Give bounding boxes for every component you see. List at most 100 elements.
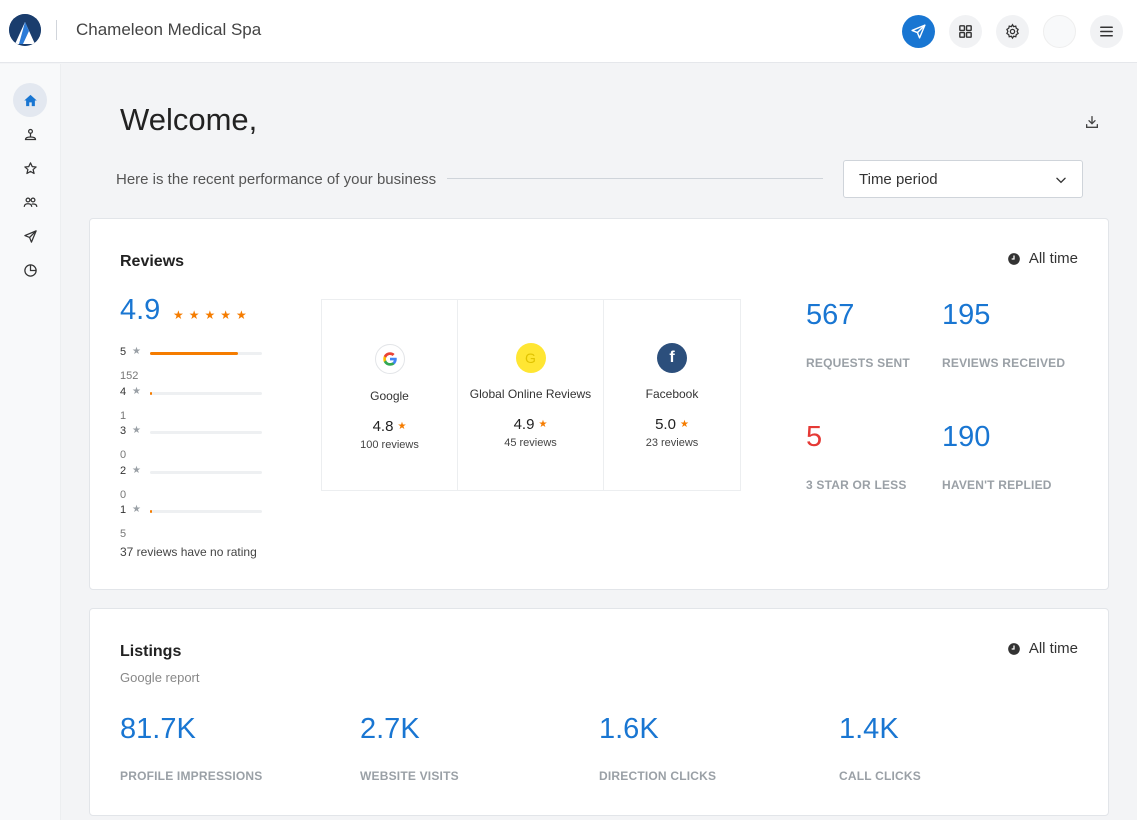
source-rating: 4.8 ★ — [372, 418, 407, 435]
rating-row-count: 0 — [120, 449, 127, 461]
rating-row-count: 0 — [120, 488, 127, 501]
rating-bar-fill — [150, 391, 152, 395]
global-online-reviews-icon: G — [515, 343, 546, 373]
apps-grid-icon — [959, 25, 972, 38]
source-global-online-reviews[interactable]: G Global Online Reviews 4.9 ★ 45 reviews — [458, 300, 604, 490]
gear-icon — [1006, 23, 1019, 40]
header-divider — [56, 20, 57, 40]
three-star-or-less-label: 3 STAR OR LESS — [806, 478, 907, 492]
rating-bar-track — [150, 510, 262, 513]
average-rating: 4.9 — [120, 294, 161, 326]
clock-icon — [1007, 252, 1020, 265]
review-sources: Google 4.8 ★ 100 reviews G Global Online … — [321, 299, 741, 491]
listings-subtitle: Google report — [120, 670, 200, 685]
reviews-title: Reviews — [120, 253, 185, 270]
star-icon — [23, 161, 37, 174]
rating-bar-track — [150, 391, 262, 395]
listings-range-label: All time — [1028, 640, 1078, 657]
download-icon[interactable] — [1084, 114, 1100, 130]
source-google[interactable]: Google 4.8 ★ 100 reviews — [322, 300, 458, 490]
send-icon — [911, 24, 926, 39]
rating-row-stars: 4 — [120, 385, 127, 398]
time-period-placeholder: Time period — [859, 170, 938, 188]
no-rating-note: 37 reviews have no rating — [120, 545, 257, 559]
source-review-count: 45 reviews — [504, 437, 557, 449]
menu-button[interactable] — [1090, 15, 1123, 48]
rating-bar-track — [150, 431, 262, 434]
source-rating: 5.0 ★ — [655, 416, 689, 433]
google-icon — [374, 344, 405, 374]
rating-row-5-star[interactable]: 5 ★ — [120, 346, 265, 360]
rating-row-stars: 2 — [120, 464, 127, 477]
business-name: Chameleon Medical Spa — [76, 20, 262, 39]
call-clicks-value: 1.4K — [839, 713, 899, 745]
star-icon: ★ — [132, 464, 141, 476]
sidebar — [0, 64, 61, 820]
source-review-count: 23 reviews — [645, 437, 699, 449]
reviews-range-filter[interactable]: All time — [1007, 250, 1078, 267]
source-name: Google — [370, 389, 409, 403]
source-name: Global Online Reviews — [469, 387, 592, 401]
three-star-or-less-value: 5 — [806, 421, 823, 453]
star-icon: ★ — [132, 425, 141, 436]
logo-icon[interactable] — [9, 14, 41, 46]
sidebar-item-contacts[interactable] — [13, 185, 47, 219]
source-review-count: 100 reviews — [360, 439, 419, 451]
rating-row-4-star[interactable]: 4 ★ — [120, 386, 265, 400]
sidebar-item-reviews[interactable] — [13, 151, 47, 185]
listings-card: Listings Google report All time 81.7K PR… — [89, 608, 1109, 816]
source-name: Facebook — [645, 387, 699, 401]
havent-replied-label: HAVEN'T REPLIED — [942, 478, 1052, 492]
settings-button[interactable] — [996, 15, 1029, 48]
star-icon: ★ — [132, 346, 141, 357]
top-bar: Chameleon Medical Spa — [0, 0, 1137, 63]
rating-row-3-star[interactable]: 3 ★ — [120, 425, 265, 439]
reviews-range-label: All time — [1028, 250, 1078, 267]
listings-range-filter[interactable]: All time — [1007, 640, 1078, 657]
sidebar-item-listings[interactable] — [13, 117, 47, 151]
rating-row-stars: 3 — [120, 425, 127, 437]
home-icon — [23, 94, 37, 106]
requests-sent-value: 567 — [806, 299, 855, 331]
apps-button[interactable] — [949, 15, 982, 48]
reviews-received-value: 195 — [942, 299, 991, 331]
people-icon — [23, 197, 37, 207]
rating-row-count: 152 — [120, 370, 139, 382]
time-period-select[interactable]: Time period — [843, 160, 1083, 198]
rating-bar-track — [150, 470, 262, 474]
sidebar-item-reports[interactable] — [13, 253, 47, 287]
pie-chart-icon — [23, 263, 37, 277]
direction-clicks-label: DIRECTION CLICKS — [599, 769, 717, 783]
page-subtitle: Here is the recent performance of your b… — [116, 171, 437, 188]
website-visits-label: WEBSITE VISITS — [360, 769, 459, 783]
rating-bar-fill — [150, 510, 152, 513]
profile-impressions-value: 81.7K — [120, 713, 196, 745]
source-facebook[interactable]: f Facebook 5.0 ★ 23 reviews — [604, 300, 740, 490]
facebook-icon: f — [657, 343, 687, 373]
requests-sent-label: REQUESTS SENT — [806, 356, 910, 370]
star-icon: ★ — [132, 504, 141, 515]
rating-row-1-star[interactable]: 1 ★ — [120, 504, 265, 518]
direction-clicks-value: 1.6K — [599, 713, 659, 745]
call-clicks-label: CALL CLICKS — [839, 769, 921, 783]
sidebar-item-send[interactable] — [13, 219, 47, 253]
avatar[interactable] — [1043, 15, 1076, 48]
rating-row-count: 5 — [120, 528, 127, 540]
rating-row-stars: 5 — [120, 346, 127, 358]
rating-bar-fill — [150, 352, 238, 355]
send-button[interactable] — [902, 15, 935, 48]
rating-bar-track — [150, 352, 262, 355]
havent-replied-value: 190 — [942, 421, 991, 453]
profile-impressions-label: PROFILE IMPRESSIONS — [120, 769, 263, 783]
clock-icon — [1007, 642, 1020, 655]
chevron-down-icon — [1056, 177, 1066, 184]
rating-row-stars: 1 — [120, 504, 127, 516]
send-icon — [23, 229, 37, 243]
reviews-card: Reviews All time 4.9 ★★★★★ 5 ★ 152 4 ★ 1 3 ★ 0 2 ★… — [89, 218, 1109, 590]
menu-icon — [1100, 26, 1113, 37]
rating-row-2-star[interactable]: 2 ★ — [120, 465, 265, 479]
sidebar-item-home[interactable] — [13, 83, 47, 117]
map-pin-icon — [24, 128, 36, 140]
reviews-received-label: REVIEWS RECEIVED — [942, 356, 1066, 370]
source-rating: 4.9 ★ — [513, 416, 548, 433]
